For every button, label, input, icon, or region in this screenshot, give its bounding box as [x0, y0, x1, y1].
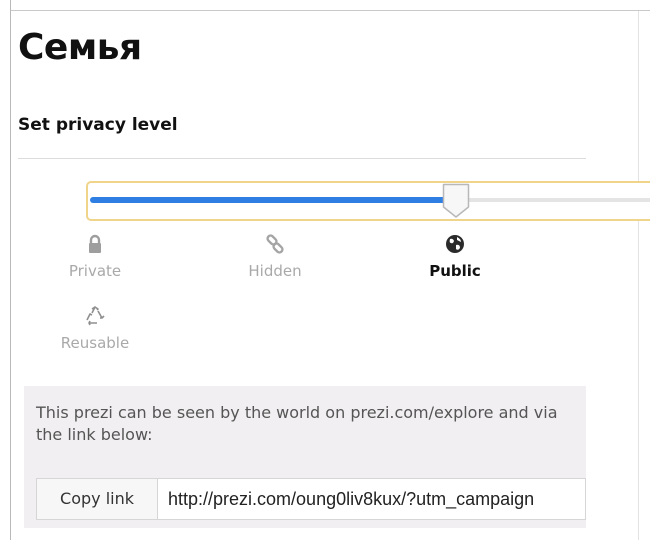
divider [18, 158, 586, 159]
privacy-level-public[interactable]: Public [400, 234, 510, 280]
link-icon [266, 234, 284, 254]
share-description: This prezi can be seen by the world on p… [36, 403, 558, 444]
privacy-level-label: Public [429, 262, 481, 280]
globe-icon [446, 235, 464, 253]
privacy-level-label: Private [68, 262, 122, 280]
copy-link-button[interactable]: Copy link [36, 478, 158, 520]
lock-icon [89, 234, 101, 253]
window-bottom-edge [12, 528, 638, 540]
slider-thumb[interactable] [442, 183, 470, 219]
dialog-title: Семья [18, 27, 142, 68]
recycle-icon [86, 306, 105, 326]
window-top-edge [0, 0, 650, 11]
privacy-level-hidden[interactable]: Hidden [220, 234, 330, 280]
privacy-level-label: Reusable [60, 334, 130, 352]
share-info-box: This prezi can be seen by the world on p… [24, 386, 586, 528]
slider-track [445, 198, 650, 202]
privacy-dialog: Семья Set privacy level Private Hidden P… [12, 12, 650, 528]
slider-track-fill [90, 197, 445, 203]
window-right-edge [638, 11, 650, 540]
window-left-edge [0, 0, 11, 540]
privacy-level-label: Hidden [248, 262, 302, 280]
privacy-level-private[interactable]: Private [40, 234, 150, 280]
privacy-heading: Set privacy level [18, 115, 178, 135]
share-link-field[interactable]: http://prezi.com/oung0liv8kux/?utm_campa… [158, 478, 586, 520]
privacy-slider[interactable] [86, 181, 650, 221]
privacy-level-reusable[interactable]: Reusable [40, 306, 150, 352]
